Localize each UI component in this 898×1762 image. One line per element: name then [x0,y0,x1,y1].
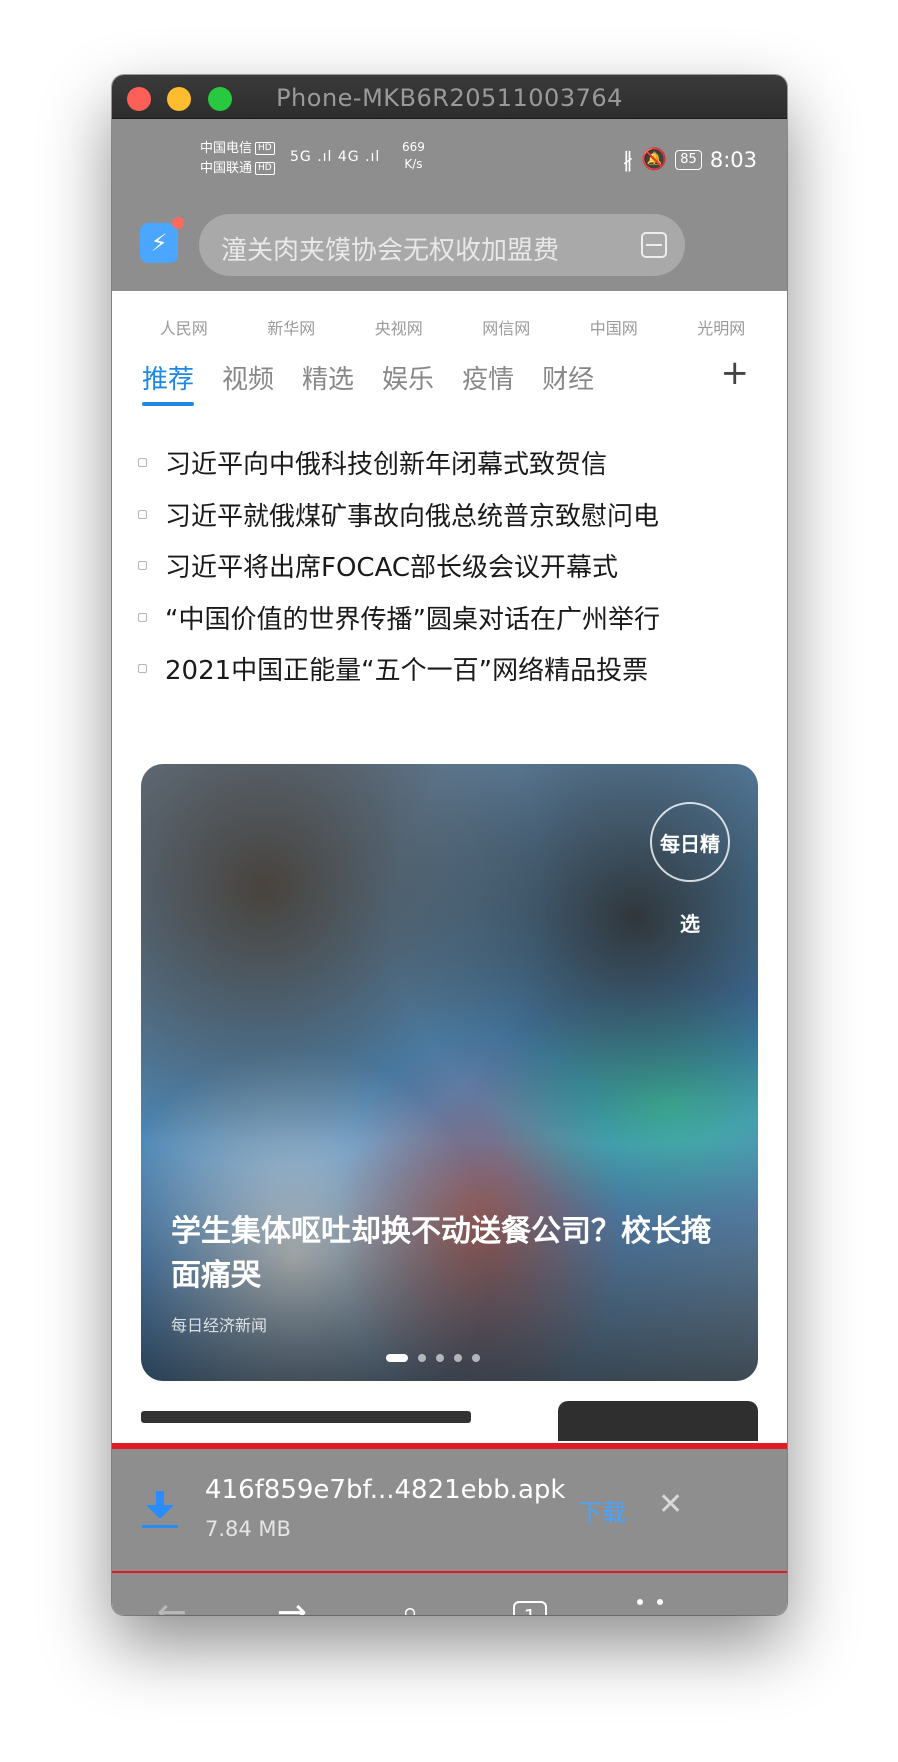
source-link[interactable]: 央视网 [375,315,423,339]
phone-screen: 中国电信 HD 中国联通 HD 5G .ıl 4G .ıl 669 K/s ∦ 🔕 … [112,119,787,1615]
tab-finance[interactable]: 财经 [542,359,594,406]
hd-badge: HD [255,162,275,175]
tab-recommended[interactable]: 推荐 [142,359,195,406]
bluetooth-icon: ∦ [622,147,634,172]
next-news-thumbnail [558,1401,758,1441]
tab-video[interactable]: 视频 [222,359,274,406]
notification-dot [172,217,184,229]
next-news-text [141,1411,471,1423]
close-icon[interactable]: ✕ [658,1487,683,1522]
tab-selected[interactable]: 精选 [302,359,354,406]
net-speed-unit: K/s [404,157,423,171]
feature-card[interactable]: 每日精选 学生集体呕吐却换不动送餐公司？校长掩面痛哭 每日经济新闻 [141,764,758,1381]
headline-text: 习近平将出席FOCAC部长级会议开幕式 [165,553,619,584]
list-item[interactable]: 习近平将出席FOCAC部长级会议开幕式 [138,540,778,592]
bottom-navbar: ← → ⌕ 1 [112,1573,787,1615]
status-right: ∦ 🔕 85 8:03 [623,147,757,172]
headline-list: 习近平向中俄科技创新年闭幕式致贺信 习近平就俄煤矿事故向俄总统普京致慰问电 习近… [138,437,778,695]
source-link[interactable]: 新华网 [267,315,315,339]
headline-text: 习近平向中俄科技创新年闭幕式致贺信 [165,450,608,481]
download-button[interactable]: 下载 [578,1493,626,1528]
search-placeholder: 潼关肉夹馍协会无权收加盟费 [221,236,560,266]
feature-source: 每日经济新闻 [171,1316,268,1335]
carrier-2: 中国联通 [200,161,253,176]
bullet-icon [138,664,147,674]
carousel-dot[interactable] [436,1354,444,1362]
bullet-icon [138,509,147,519]
download-filename: 416f859e7bf...4821ebb.apk [205,1475,566,1505]
window-titlebar: Phone-MKB6R20511003764 [112,75,787,119]
back-icon[interactable]: ← [132,1583,212,1615]
bullet-icon [138,458,147,468]
tab-epidemic[interactable]: 疫情 [462,359,514,406]
carousel-dot[interactable] [472,1354,480,1362]
bullet-icon [138,612,147,622]
source-link[interactable]: 光明网 [697,315,745,339]
hd-badge: HD [255,142,275,155]
add-tab-icon[interactable]: + [721,353,750,393]
bullet-icon [138,561,147,571]
download-size: 7.84 MB [205,1517,291,1541]
forward-icon[interactable]: → [252,1583,332,1615]
more-icon[interactable] [610,1583,690,1615]
headline-text: “中国价值的世界传播”圆桌对话在广州举行 [165,604,660,635]
window-title: Phone-MKB6R20511003764 [276,84,623,112]
browser-logo-icon[interactable]: ⚡ [140,217,184,263]
list-item[interactable]: 习近平向中俄科技创新年闭幕式致贺信 [138,437,778,489]
list-item[interactable]: 2021中国正能量“五个一百”网络精品投票 [138,643,778,695]
tab-count: 1 [513,1601,547,1615]
carousel-dot[interactable] [454,1354,462,1362]
source-link[interactable]: 网信网 [482,315,530,339]
headline-text: 2021中国正能量“五个一百”网络精品投票 [165,656,649,687]
download-prompt: 416f859e7bf...4821ebb.apk 7.84 MB 下载 ✕ [112,1447,787,1573]
carrier-1: 中国电信 [200,141,253,156]
browser-header: 中国电信 HD 中国联通 HD 5G .ıl 4G .ıl 669 K/s ∦ 🔕 … [112,119,787,291]
search-icon[interactable]: ⌕ [370,1583,450,1615]
search-input[interactable]: 潼关肉夹馍协会无权收加盟费 [199,214,685,276]
net-speed: 669 K/s [402,139,425,173]
carousel-dots [386,1354,480,1362]
headline-text: 习近平就俄煤矿事故向俄总统普京致慰问电 [165,501,660,532]
scan-icon[interactable] [641,232,667,258]
source-link[interactable]: 中国网 [590,315,638,339]
carousel-dot[interactable] [418,1354,426,1362]
battery-icon: 85 [675,149,702,170]
list-item[interactable]: “中国价值的世界传播”圆桌对话在广州举行 [138,592,778,644]
feature-title: 学生集体呕吐却换不动送餐公司？校长掩面痛哭 [171,1214,711,1293]
carousel-dot[interactable] [386,1354,408,1362]
category-tabs: 推荐 视频 精选 娱乐 疫情 财经 [142,359,594,406]
list-item[interactable]: 习近平就俄煤矿事故向俄总统普京致慰问电 [138,489,778,541]
app-window: Phone-MKB6R20511003764 中国电信 HD 中国联通 HD 5G … [112,75,787,1615]
tabs-button[interactable]: 1 [490,1583,570,1615]
tab-entertainment[interactable]: 娱乐 [382,359,434,406]
signal-icons: 5G .ıl 4G .ıl [290,149,381,165]
clock: 8:03 [709,147,757,172]
editors-choice-badge: 每日精选 [650,802,730,936]
net-speed-value: 669 [402,140,425,154]
news-sources: 人民网 新华网 央视网 网信网 中国网 光明网 [112,315,787,339]
download-icon [142,1491,178,1531]
carrier-info: 中国电信 HD 中国联通 HD [200,139,275,179]
source-link[interactable]: 人民网 [160,315,208,339]
mute-icon: 🔕 [641,147,668,171]
